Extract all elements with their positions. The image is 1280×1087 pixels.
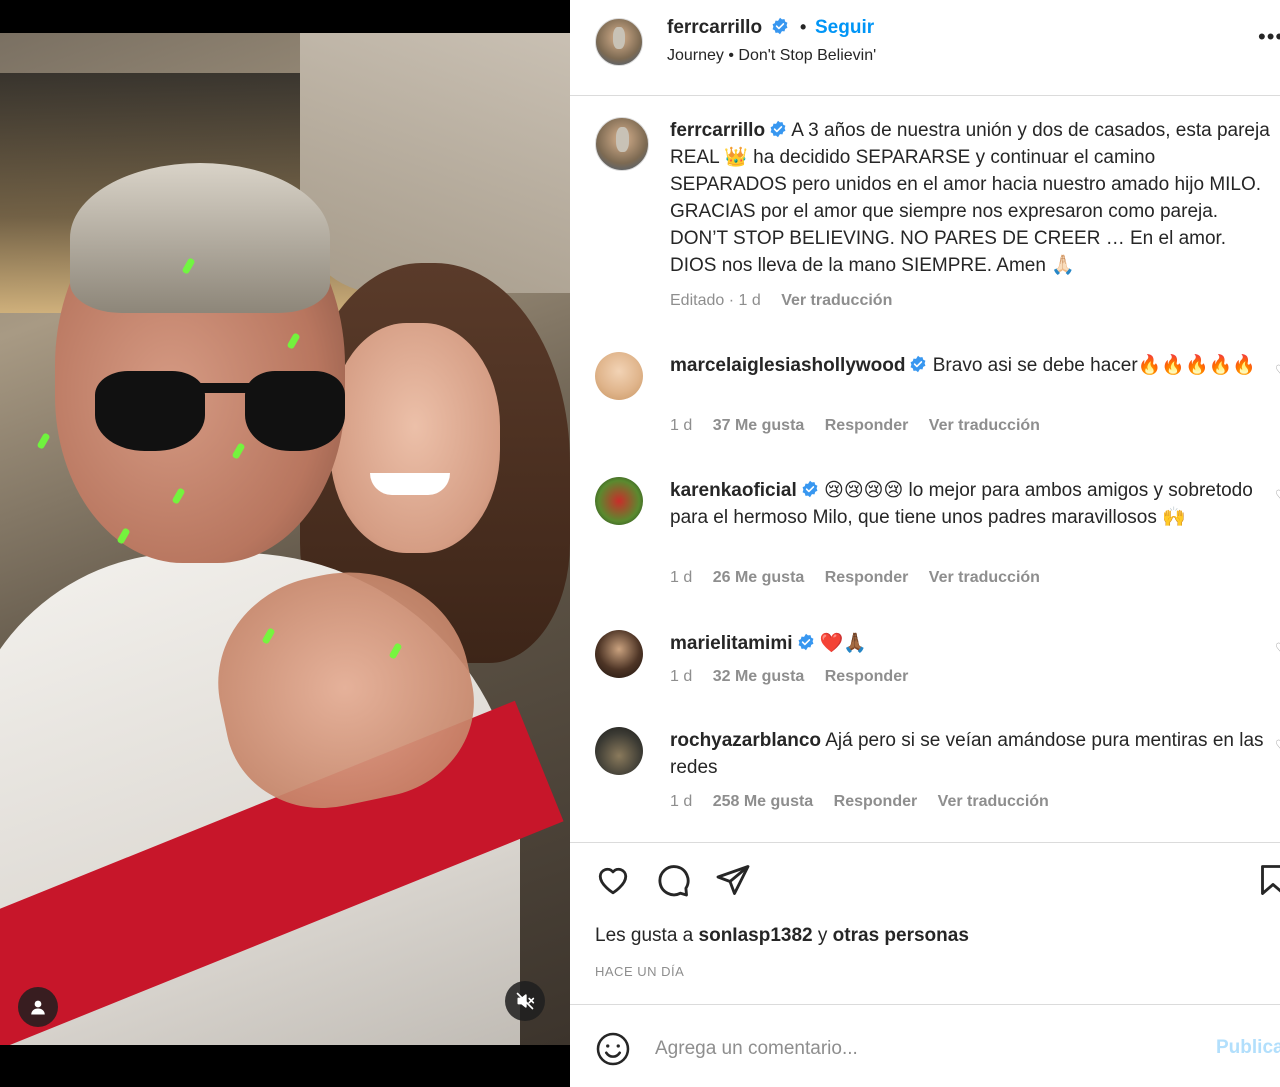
commenter-avatar[interactable]	[595, 727, 643, 775]
reply-button[interactable]: Responder	[834, 793, 918, 810]
comment-body: ❤️🙏🏾	[814, 633, 868, 654]
commenter-username[interactable]: karenkaoficial	[670, 480, 797, 501]
author-avatar[interactable]	[595, 18, 643, 66]
comment-meta: 1 d 32 Me gusta Responder	[670, 668, 924, 686]
caption-username[interactable]: ferrcarrillo	[670, 120, 765, 141]
laser-dot	[36, 432, 51, 450]
tagged-users-button[interactable]	[18, 987, 58, 1027]
comment-age: 1 d	[670, 793, 693, 810]
comment-input[interactable]	[655, 1031, 1195, 1067]
comment-composer: Publicar	[570, 1004, 1280, 1087]
reply-button[interactable]: Responder	[825, 668, 909, 685]
post-details-panel: ferrcarrillo • Seguir Journey • Don't St…	[570, 0, 1280, 1087]
car-roof	[300, 33, 570, 293]
verified-badge-icon	[772, 17, 788, 35]
publish-button[interactable]: Publicar	[1216, 1037, 1280, 1059]
comment-likes-count[interactable]: 258 Me gusta	[713, 793, 813, 810]
comment-item: karenkaoficial 😢😢😢😢 lo mejor para ambos …	[595, 477, 1280, 607]
commenter-username[interactable]: rochyazarblanco	[670, 730, 821, 751]
comment-item: rochyazarblanco Ajá pero si se veían amá…	[595, 727, 1280, 837]
emoji-smile-icon[interactable]	[595, 1031, 631, 1067]
translate-link[interactable]: Ver traducción	[929, 417, 1040, 434]
comment-text: marielitamimi ❤️🙏🏾	[670, 630, 1270, 657]
comment-text: rochyazarblanco Ajá pero si se veían amá…	[670, 727, 1270, 781]
paper-plane-icon[interactable]	[715, 862, 751, 898]
post-header: ferrcarrillo • Seguir Journey • Don't St…	[570, 0, 1280, 96]
man-hair	[70, 163, 330, 313]
reply-button[interactable]: Responder	[825, 569, 909, 586]
comment-like-heart-icon[interactable]: ♡	[1275, 640, 1280, 657]
verified-badge-icon	[911, 355, 926, 373]
comment-likes-count[interactable]: 26 Me gusta	[713, 569, 805, 586]
comment-age: 1 d	[670, 569, 693, 586]
commenter-username[interactable]: marielitamimi	[670, 633, 793, 654]
reply-button[interactable]: Responder	[825, 417, 909, 434]
comment-age: 1 d	[670, 417, 693, 434]
post-video[interactable]	[0, 33, 570, 1045]
separator-dot: •	[800, 17, 807, 37]
liker-username[interactable]: sonIasp1382	[699, 925, 813, 946]
comment-item: marielitamimi ❤️🙏🏾 1 d 32 Me gusta Respo…	[595, 630, 1280, 710]
comment-meta: 1 d 26 Me gusta Responder Ver traducción	[670, 569, 1056, 587]
comment-item: marcelaiglesiashollywood Bravo asi se de…	[595, 352, 1280, 462]
comment-like-heart-icon[interactable]: ♡	[1275, 487, 1280, 504]
comment-likes-count[interactable]: 32 Me gusta	[713, 668, 805, 685]
caption-body: A 3 años de nuestra unión y dos de casad…	[670, 120, 1270, 276]
more-options-icon[interactable]: •••	[1258, 24, 1280, 50]
caption-edited: Editado · 1 d	[670, 292, 761, 309]
comment-meta: 1 d 37 Me gusta Responder Ver traducción	[670, 417, 1056, 435]
speaker-muted-icon	[516, 992, 535, 1010]
other-likers-link[interactable]: otras personas	[833, 925, 969, 946]
comment-like-heart-icon[interactable]: ♡	[1275, 362, 1280, 379]
follow-button[interactable]: Seguir	[815, 17, 874, 39]
comment-text: marcelaiglesiashollywood Bravo asi se de…	[670, 352, 1270, 379]
sunglasses	[95, 363, 355, 463]
comment-body: Bravo asi se debe hacer🔥🔥🔥🔥🔥	[927, 355, 1256, 376]
post-actions-bar	[595, 862, 1280, 902]
commenter-username[interactable]: marcelaiglesiashollywood	[670, 355, 905, 376]
likes-summary: Les gusta a sonIasp1382 y otras personas	[595, 925, 969, 946]
woman-face	[330, 323, 500, 553]
verified-badge-icon	[798, 633, 813, 651]
person-icon	[31, 1000, 45, 1015]
caption-avatar[interactable]	[595, 117, 649, 171]
caption-text: ferrcarrillo A 3 años de nuestra unión y…	[670, 117, 1270, 279]
comment-likes-count[interactable]: 37 Me gusta	[713, 417, 805, 434]
commenter-avatar[interactable]	[595, 477, 643, 525]
caption-item: ferrcarrillo A 3 años de nuestra unión y…	[595, 117, 1270, 317]
comments-feed[interactable]: ferrcarrillo A 3 años de nuestra unión y…	[570, 97, 1280, 841]
translate-link[interactable]: Ver traducción	[938, 793, 1049, 810]
heart-icon[interactable]	[595, 862, 631, 898]
comment-like-heart-icon[interactable]: ♡	[1275, 737, 1280, 754]
section-divider	[570, 842, 1280, 843]
caption-meta: Editado · 1 d Ver traducción	[670, 292, 908, 310]
comment-age: 1 d	[670, 668, 693, 685]
caption-translate-link[interactable]: Ver traducción	[781, 292, 892, 309]
woman-smile	[370, 473, 450, 495]
mute-button[interactable]	[505, 981, 545, 1021]
translate-link[interactable]: Ver traducción	[929, 569, 1040, 586]
author-username[interactable]: ferrcarrillo	[667, 17, 789, 39]
comment-text: karenkaoficial 😢😢😢😢 lo mejor para ambos …	[670, 477, 1270, 531]
comment-meta: 1 d 258 Me gusta Responder Ver traducció…	[670, 793, 1065, 811]
commenter-avatar[interactable]	[595, 630, 643, 678]
comment-bubble-icon[interactable]	[655, 862, 691, 898]
bookmark-icon[interactable]	[1255, 862, 1280, 898]
audio-track-link[interactable]: Journey • Don't Stop Believin'	[667, 47, 876, 65]
commenter-avatar[interactable]	[595, 352, 643, 400]
verified-badge-icon	[770, 120, 786, 138]
post-media[interactable]	[0, 0, 570, 1087]
post-timestamp: HACE UN DÍA	[595, 964, 685, 979]
verified-badge-icon	[802, 480, 818, 498]
